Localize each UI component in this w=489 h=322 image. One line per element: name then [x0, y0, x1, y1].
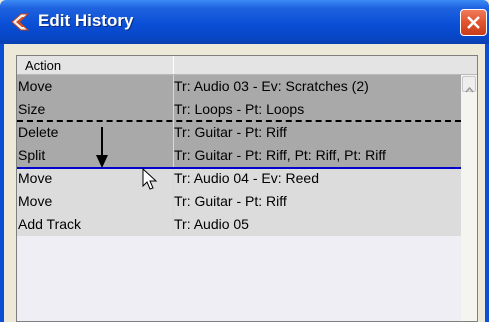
- window-title: Edit History: [38, 11, 134, 30]
- down-arrow-icon: [96, 127, 108, 168]
- column-separator: [173, 75, 174, 236]
- history-row[interactable]: Add Track Tr: Audio 05: [17, 213, 461, 236]
- column-header-action[interactable]: Action: [17, 56, 174, 74]
- scroll-up-button[interactable]: [462, 76, 476, 93]
- scroll-up-arrow-icon: [465, 80, 474, 98]
- close-icon: [467, 16, 480, 29]
- row-action: Move: [18, 170, 53, 186]
- history-row[interactable]: Size Tr: Loops - Pt: Loops: [17, 98, 461, 121]
- row-detail: Tr: Audio 04 - Ev: Reed: [174, 170, 319, 186]
- title-bar[interactable]: Edit History: [0, 0, 489, 44]
- edit-history-window: Edit History Action Move Tr: Audio 03 - …: [0, 0, 489, 322]
- history-row[interactable]: Split Tr: Guitar - Pt: Riff, Pt: Riff, P…: [17, 144, 461, 167]
- history-row[interactable]: Delete Tr: Guitar - Pt: Riff: [17, 121, 461, 144]
- history-row[interactable]: Move Tr: Audio 04 - Ev: Reed: [17, 167, 461, 190]
- list-header: Action: [17, 56, 477, 75]
- row-action: Move: [18, 193, 53, 209]
- history-list[interactable]: Action Move Tr: Audio 03 - Ev: Scratches…: [16, 55, 478, 322]
- row-detail: Tr: Guitar - Pt: Riff: [174, 124, 287, 140]
- window-frame-left: [0, 44, 4, 322]
- row-action: Add Track: [18, 216, 82, 232]
- row-action: Delete: [18, 124, 59, 140]
- row-detail: Tr: Audio 03 - Ev: Scratches (2): [174, 78, 369, 94]
- vertical-scrollbar[interactable]: [461, 75, 477, 321]
- row-detail: Tr: Loops - Pt: Loops: [174, 101, 305, 117]
- mouse-cursor-icon: [142, 168, 158, 190]
- window-frame-right: [485, 44, 489, 322]
- column-header-action-label: Action: [25, 58, 62, 73]
- row-action: Split: [18, 147, 46, 163]
- undo-dashed-separator: [17, 120, 461, 122]
- cubase-logo-icon: [11, 13, 30, 31]
- history-row[interactable]: Move Tr: Audio 03 - Ev: Scratches (2): [17, 75, 461, 98]
- column-header-detail[interactable]: [174, 56, 477, 74]
- row-detail: Tr: Audio 05: [174, 216, 249, 232]
- undo-point-line[interactable]: [17, 167, 461, 169]
- row-action: Move: [18, 78, 53, 94]
- close-button[interactable]: [460, 9, 487, 36]
- row-action: Size: [18, 101, 46, 117]
- history-row[interactable]: Move Tr: Guitar - Pt: Riff: [17, 190, 461, 213]
- row-detail: Tr: Guitar - Pt: Riff: [174, 193, 287, 209]
- row-detail: Tr: Guitar - Pt: Riff, Pt: Riff, Pt: Rif…: [174, 147, 386, 163]
